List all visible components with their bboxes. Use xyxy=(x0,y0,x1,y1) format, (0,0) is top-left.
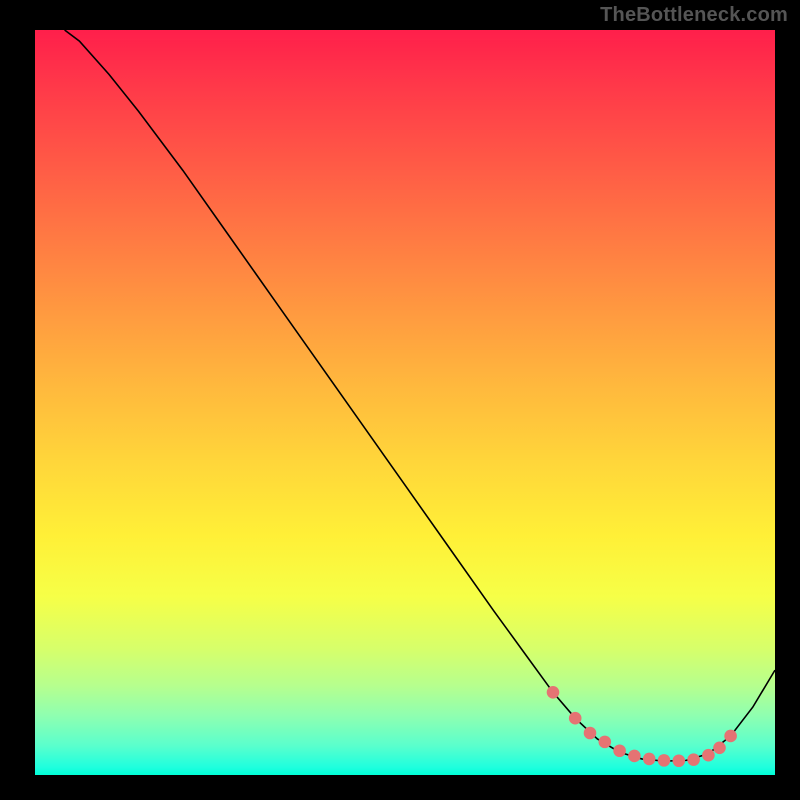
highlight-dot xyxy=(713,742,726,755)
highlight-dot xyxy=(687,753,700,766)
highlight-dot xyxy=(724,730,737,743)
highlight-dot xyxy=(628,750,641,763)
highlight-dot xyxy=(673,754,686,767)
highlight-dot xyxy=(643,753,656,766)
highlight-dot xyxy=(658,754,671,767)
highlight-dot xyxy=(547,686,560,699)
highlight-dot xyxy=(599,736,612,749)
highlight-dot xyxy=(584,727,597,740)
watermark-text: TheBottleneck.com xyxy=(600,4,788,27)
plot-area xyxy=(35,30,775,775)
chart-svg xyxy=(35,30,775,770)
highlight-dot xyxy=(569,712,582,725)
highlight-dot xyxy=(613,744,626,757)
bottleneck-curve xyxy=(65,30,775,761)
chart-frame: TheBottleneck.com xyxy=(0,0,800,800)
highlight-dot xyxy=(702,749,715,762)
highlight-dots xyxy=(547,686,737,767)
